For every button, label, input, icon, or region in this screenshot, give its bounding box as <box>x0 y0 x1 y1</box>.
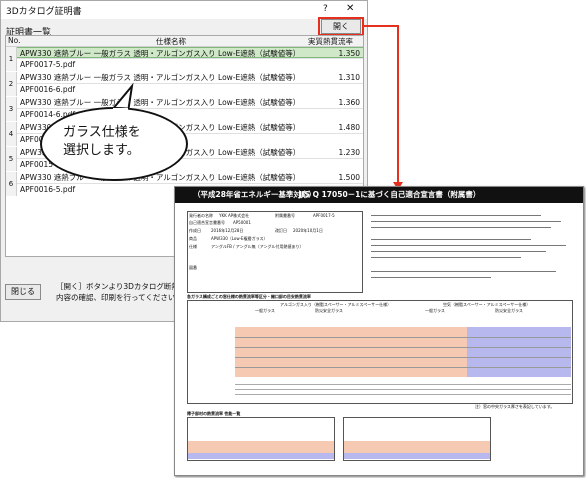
revised: 2020年10月1日 <box>293 228 323 233</box>
remarks-label: 図番 <box>189 265 197 270</box>
header-left: （平成28年省エネルギー基準対応） <box>193 190 316 199</box>
product: APW330（Low-E複層ガラス） <box>211 236 268 241</box>
air-general: 一般ガラス <box>425 308 445 313</box>
values-grid <box>235 379 571 401</box>
header-right: JIS Q 17050－1に基づく自己適合宣言書（附属書） <box>299 190 481 199</box>
sash-left-rows <box>188 441 334 460</box>
spec: アングルFB / アングル無（アングル付用熱値あり） <box>211 244 304 249</box>
argon-general: 一般ガラス <box>255 308 275 313</box>
notes-block <box>371 213 571 291</box>
certificate-document: （平成28年省エネルギー基準対応） JIS Q 17050－1に基づく自己適合宣… <box>174 186 584 476</box>
revised-label: 改訂日 <box>275 228 287 233</box>
sash-right-rows <box>344 441 490 460</box>
doc-no-label: 自己適合宣言書番号 <box>189 220 225 225</box>
spec-label: 仕様 <box>189 244 197 249</box>
callout-text: ガラス仕様を 選択します。 <box>63 124 141 160</box>
callout-line: 選択します。 <box>63 143 140 158</box>
annex-label: 附属書番号 <box>275 213 295 218</box>
date: 2016年12月28日 <box>211 228 244 233</box>
performance-grid <box>235 327 571 377</box>
footnote: 注）窓の中央ガラス厚さを表記しています。 <box>475 404 555 409</box>
product-label: 商品 <box>189 236 197 241</box>
argon-security: 防災安全ガラス <box>315 308 343 313</box>
annex: APF0017-5 <box>313 213 335 218</box>
callout-line: ガラス仕様を <box>63 125 141 140</box>
issuer-label: 発行者の名称 <box>189 213 213 218</box>
air-security: 防災安全ガラス <box>495 308 523 313</box>
date-label: 作成日 <box>189 228 201 233</box>
doc-no: AP50001 <box>233 220 251 225</box>
issuer: YKK AP株式会社 <box>219 213 250 218</box>
document-header: （平成28年省エネルギー基準対応） JIS Q 17050－1に基づく自己適合宣… <box>175 187 583 203</box>
